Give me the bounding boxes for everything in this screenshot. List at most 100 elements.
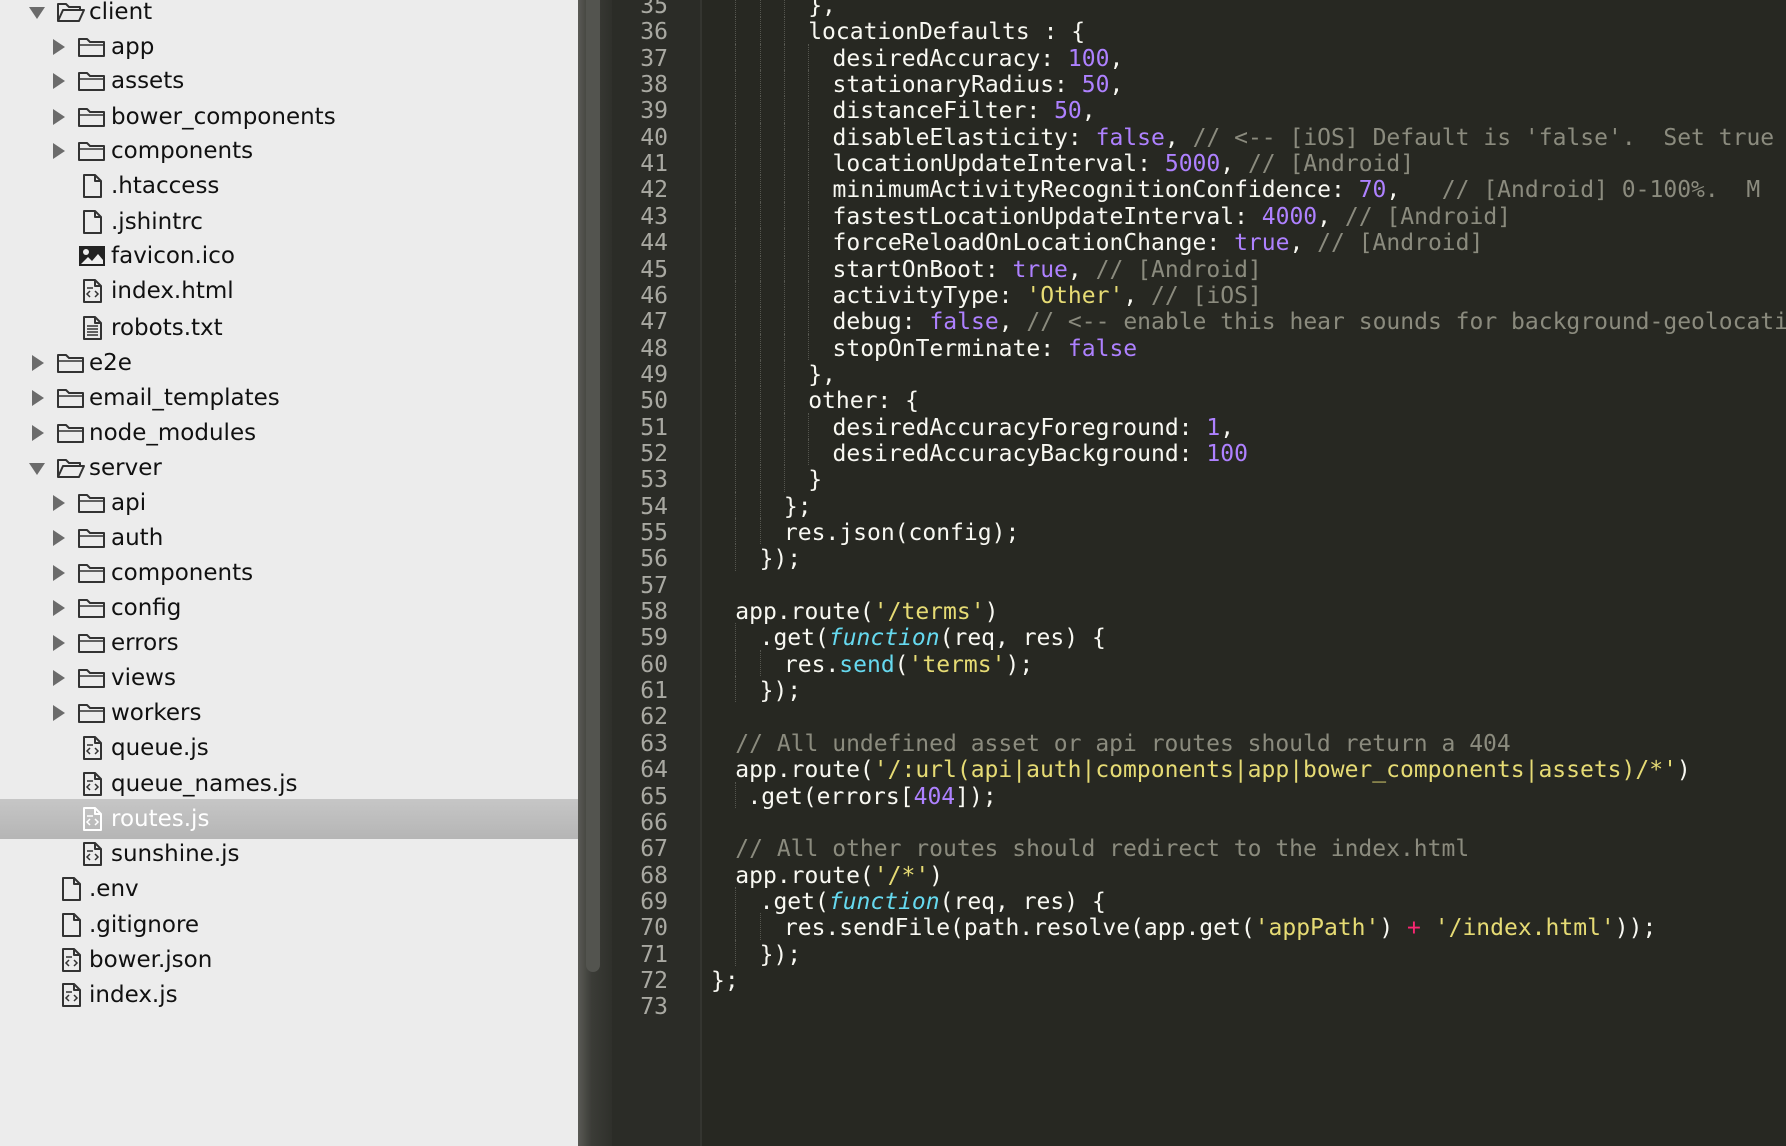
folder-item-components[interactable]: components	[0, 131, 578, 171]
line-number: 73	[640, 994, 668, 1021]
code-line[interactable]: stopOnTerminate: false	[833, 334, 1138, 364]
tree-item-label: queue.js	[111, 735, 209, 761]
file-item-queue-js[interactable]: queue.js	[0, 728, 578, 768]
folder-item-node-modules[interactable]: node_modules	[0, 413, 578, 453]
code-line[interactable]: res.json(config);	[784, 518, 1019, 548]
folder-item-workers[interactable]: workers	[0, 693, 578, 733]
folder-item-views[interactable]: views	[0, 658, 578, 698]
code-line[interactable]: });	[760, 676, 802, 706]
file-item-favicon-ico[interactable]: favicon.ico	[0, 236, 578, 276]
disclosure-closed-icon[interactable]	[27, 388, 47, 408]
disclosure-closed-icon[interactable]	[48, 598, 68, 618]
file-item-env[interactable]: .env	[0, 869, 578, 909]
code-token: );	[1005, 651, 1034, 678]
folder-item-components[interactable]: components	[0, 553, 578, 593]
disclosure-closed-icon[interactable]	[48, 71, 68, 91]
folder-item-e2e[interactable]: e2e	[0, 343, 578, 383]
indent-guide	[759, 465, 761, 492]
folder-item-auth[interactable]: auth	[0, 518, 578, 558]
code-token: ,	[1164, 124, 1193, 151]
disclosure-closed-icon[interactable]	[27, 353, 47, 373]
file-item-robots-txt[interactable]: robots.txt	[0, 308, 578, 348]
file-item-routes-js[interactable]: routes.js	[0, 799, 578, 839]
tree-item-label: email_templates	[89, 385, 280, 411]
code-token: ]);	[955, 783, 997, 810]
code-token: +	[1407, 915, 1421, 942]
code-line[interactable]: desiredAccuracyBackground: 100	[833, 439, 1248, 469]
code-token: };	[783, 493, 812, 520]
folder-icon	[77, 700, 107, 726]
file-item-sunshine-js[interactable]: sunshine.js	[0, 834, 578, 874]
disclosure-closed-icon[interactable]	[48, 528, 68, 548]
file-item-index-js[interactable]: index.js	[0, 975, 578, 1015]
indent-guide	[759, 43, 761, 71]
file-item-htaccess[interactable]: .htaccess	[0, 166, 578, 206]
code-editor[interactable]: }, locationDefaults : {desiredAccuracy: 1…	[702, 0, 1786, 1146]
code-token: 1	[1206, 414, 1221, 441]
disclosure-closed-icon[interactable]	[48, 107, 68, 127]
code-line[interactable]: res.sendFile(path.resolve(app.get('appPa…	[784, 913, 1656, 943]
file-item-bower-json[interactable]: bower.json	[0, 940, 578, 980]
disclosure-closed-icon[interactable]	[48, 633, 68, 653]
indent-guide	[735, 939, 737, 966]
folder-item-errors[interactable]: errors	[0, 623, 578, 663]
disclosure-closed-icon[interactable]	[48, 703, 68, 723]
code-token: ,	[1386, 177, 1442, 204]
code-file-icon	[56, 982, 86, 1008]
file-item-queue-names-js[interactable]: queue_names.js	[0, 764, 578, 804]
indent-guide	[808, 333, 810, 360]
file-item-index-html[interactable]: index.html	[0, 271, 578, 311]
code-token: ,	[1317, 203, 1345, 230]
code-file-icon	[56, 947, 86, 973]
folder-item-server[interactable]: server	[0, 448, 578, 488]
code-line[interactable]: });	[760, 940, 802, 970]
code-token: )	[929, 862, 944, 889]
code-line[interactable]: });	[760, 544, 802, 574]
indent-guide	[783, 122, 785, 150]
code-token: fastestLocationUpdateInterval:	[832, 203, 1262, 230]
code-token: app.route(	[735, 757, 874, 784]
code-token: true	[1012, 256, 1068, 283]
tree-item-label: sunshine.js	[111, 841, 240, 867]
code-token: 'appPath'	[1254, 915, 1380, 942]
scrollbar-thumb[interactable]	[586, 0, 600, 972]
code-token: ,	[1220, 151, 1248, 178]
folder-item-assets[interactable]: assets	[0, 61, 578, 101]
disclosure-closed-icon[interactable]	[48, 668, 68, 688]
code-token: (	[894, 651, 909, 678]
code-token: }	[808, 467, 823, 494]
folder-icon	[56, 350, 86, 376]
indent-guide	[759, 307, 761, 334]
folder-item-email-templates[interactable]: email_templates	[0, 378, 578, 418]
code-token: locationUpdateInterval:	[832, 151, 1165, 178]
file-item-gitignore[interactable]: .gitignore	[0, 905, 578, 945]
indent-guide	[735, 149, 737, 176]
folder-icon	[77, 490, 107, 516]
folder-icon	[77, 665, 107, 691]
disclosure-open-icon[interactable]	[27, 458, 47, 478]
code-token: function	[828, 625, 940, 652]
indent-guide	[808, 43, 810, 71]
folder-item-api[interactable]: api	[0, 483, 578, 523]
sidebar-scrollbar[interactable]	[578, 0, 612, 1146]
code-line[interactable]: };	[711, 966, 739, 996]
disclosure-closed-icon[interactable]	[27, 423, 47, 443]
code-token: ,	[1109, 72, 1124, 99]
disclosure-closed-icon[interactable]	[48, 493, 68, 513]
indent-guide	[808, 412, 810, 439]
indent-guide	[759, 17, 761, 44]
code-token: 5000	[1164, 151, 1221, 178]
disclosure-open-icon[interactable]	[27, 2, 47, 22]
indent-guide	[759, 438, 761, 466]
indent-guide	[735, 386, 737, 413]
code-line[interactable]: res.send('terms');	[784, 650, 1033, 680]
code-line[interactable]: .get(errors[404]);	[747, 782, 996, 812]
tree-item-label: errors	[111, 630, 179, 656]
disclosure-closed-icon[interactable]	[48, 563, 68, 583]
code-token: });	[759, 678, 802, 705]
disclosure-closed-icon[interactable]	[48, 37, 68, 57]
disclosure-closed-icon[interactable]	[48, 141, 68, 161]
folder-item-config[interactable]: config	[0, 588, 578, 628]
indent-guide	[783, 149, 785, 176]
